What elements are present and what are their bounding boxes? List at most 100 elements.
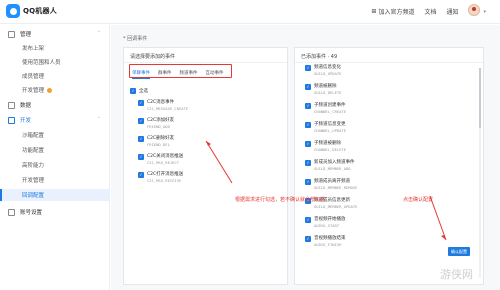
sidebar-item-label: 功能配置	[22, 148, 45, 154]
data-icon	[8, 101, 15, 109]
sidebar-item-advanced[interactable]: 高阶能力	[0, 159, 110, 171]
account-icon	[8, 208, 15, 216]
select-all-checkbox[interactable]: ✓	[130, 88, 136, 94]
sidebar-item-sandbox[interactable]: 沙箱配置	[0, 129, 110, 141]
event-name: C2C添加好友	[147, 118, 175, 123]
sidebar-group-label: 管理	[20, 32, 32, 38]
divider	[124, 62, 287, 63]
event-name: C2C关闭消息推送	[147, 154, 184, 159]
event-checkbox[interactable]: ✓	[305, 103, 311, 109]
event-code: CHANNEL_DELETE	[314, 147, 347, 152]
join-channel-icon: ⊞	[371, 8, 377, 15]
event-name: C2C消息事件	[147, 100, 175, 105]
sidebar-item-label: 成员管理	[22, 74, 45, 80]
event-selector-panel: 请选择要添加的事件 单聊事件 群事件 频道事件 互动事件 ✓ 全选 ✓ C2C消…	[123, 47, 288, 285]
sidebar-item-label: 开发管理	[22, 88, 45, 94]
scrollbar-thumb[interactable]	[479, 68, 481, 128]
event-code: FRIEND_DEL	[147, 142, 170, 147]
main-content: * 回调事件 请选择要添加的事件 单聊事件 群事件 频道事件 互动事件 ✓ 全选…	[111, 25, 500, 290]
docs-link[interactable]: 文档	[424, 7, 436, 16]
avatar[interactable]	[468, 4, 481, 16]
event-name: C2C删除好友	[147, 136, 175, 141]
event-code: C2C_MSG_REJECT	[147, 160, 180, 165]
join-channel-link[interactable]: 加入官方频道	[378, 7, 414, 16]
sidebar-item-dev-settings[interactable]: 开发管理	[0, 174, 110, 186]
brand-name: QQ机器人	[23, 7, 57, 15]
sidebar-item-label: 使用范围和人员	[22, 60, 61, 66]
event-checkbox[interactable]: ✓	[138, 100, 144, 106]
event-name: 音视频播放结束	[314, 236, 346, 241]
sidebar: 管理 ˄ 发布上架 使用范围和人员 成员管理 开发管理 数据 开发 ˄ 沙箱配置…	[0, 25, 110, 290]
sidebar-group-develop[interactable]: 开发 ˄	[0, 114, 110, 126]
event-code: GUILD_UPDATE	[314, 71, 342, 76]
event-name: 子频道信息变更	[314, 122, 346, 127]
event-checkbox[interactable]: ✓	[138, 172, 144, 178]
sidebar-item-label: 沙箱配置	[22, 133, 45, 139]
manage-icon	[8, 30, 15, 38]
sidebar-item-label: 高阶能力	[22, 163, 45, 169]
event-name: 子频道创建事件	[314, 103, 346, 108]
notify-link[interactable]: 通知	[446, 7, 458, 16]
event-checkbox[interactable]: ✓	[305, 160, 311, 166]
event-code: C2C_MESSAGE_CREATE	[147, 106, 189, 111]
annotation-confirm-hint: 点击确认配置	[403, 197, 434, 203]
top-bar: QQ机器人 ⊞ 加入官方频道 文档 通知 ▾	[0, 0, 500, 24]
event-code: CHANNEL_CREATE	[314, 109, 347, 114]
panel-title: 请选择要添加的事件	[130, 54, 176, 60]
sidebar-group-data[interactable]: 数据	[0, 99, 110, 111]
event-name: 新成员加入频道事件	[314, 160, 355, 165]
event-code: GUILD_MEMBER_REMOVE	[314, 185, 358, 190]
brand-logo[interactable]: QQ机器人	[6, 4, 57, 18]
event-code: C2C_MSG_RECEIVE	[147, 178, 182, 183]
code-icon	[8, 116, 15, 124]
sidebar-item-dev-manage[interactable]: 开发管理	[0, 84, 110, 96]
sidebar-item-members[interactable]: 成员管理	[0, 70, 110, 82]
event-code: CHANNEL_UPDATE	[314, 128, 347, 133]
select-all-label: 全选	[139, 89, 148, 94]
warning-dot-icon	[47, 87, 53, 93]
confirm-config-button[interactable]: 确认配置	[448, 247, 470, 256]
event-checkbox[interactable]: ✓	[305, 179, 311, 185]
tabs-highlight-box	[129, 64, 232, 78]
callback-events-label: * 回调事件	[123, 36, 148, 42]
event-name: C2C打开消息推送	[147, 172, 184, 177]
sidebar-item-features[interactable]: 功能配置	[0, 144, 110, 156]
event-checkbox[interactable]: ✓	[138, 118, 144, 124]
event-code: FRIEND_ADD	[147, 124, 170, 129]
chevron-down-icon[interactable]: ▾	[483, 9, 486, 15]
annotation-select-hint: 根据需求进行勾选，若不确认就全部勾选	[235, 197, 326, 203]
event-name: 频道被删除	[314, 84, 337, 89]
event-checkbox[interactable]: ✓	[305, 65, 311, 71]
event-code: GUILD_DELETE	[314, 90, 342, 95]
event-checkbox[interactable]: ✓	[305, 236, 311, 242]
sidebar-item-publish[interactable]: 发布上架	[0, 42, 110, 54]
event-checkbox[interactable]: ✓	[305, 141, 311, 147]
event-name: 音视频开始播放	[314, 217, 346, 222]
chevron-up-icon: ˄	[97, 31, 101, 37]
sidebar-item-label: 发布上架	[22, 46, 45, 52]
event-code: AUDIO_FINISH	[314, 242, 342, 247]
sidebar-group-manage[interactable]: 管理 ˄	[0, 28, 110, 40]
sidebar-group-label: 开发	[20, 118, 32, 124]
sidebar-item-label: 回调配置	[22, 193, 45, 199]
event-checkbox[interactable]: ✓	[305, 84, 311, 90]
event-name: 频道信息变化	[314, 65, 341, 70]
event-checkbox[interactable]: ✓	[305, 122, 311, 128]
event-name: 子频道被删除	[314, 141, 341, 146]
event-code: GUILD_MEMBER_ADD	[314, 166, 351, 171]
sidebar-group-label: 数据	[20, 103, 32, 109]
event-checkbox[interactable]: ✓	[138, 136, 144, 142]
event-checkbox[interactable]: ✓	[305, 217, 311, 223]
qq-bot-logo-icon	[6, 4, 20, 18]
sidebar-item-scope[interactable]: 使用范围和人员	[0, 56, 110, 68]
sidebar-item-label: 开发管理	[22, 178, 45, 184]
chevron-up-icon: ˄	[97, 117, 101, 123]
sidebar-group-account[interactable]: 账号设置	[0, 206, 110, 218]
event-code: AUDIO_START	[314, 223, 340, 228]
panel-title: 已添加事件 · 49	[301, 54, 338, 60]
event-checkbox[interactable]: ✓	[138, 154, 144, 160]
sidebar-group-label: 账号设置	[20, 210, 43, 216]
event-name: 频道成员离开频道	[314, 179, 350, 184]
sidebar-item-callback[interactable]: 回调配置	[0, 189, 110, 201]
event-code: GUILD_MEMBER_UPDATE	[314, 204, 358, 209]
